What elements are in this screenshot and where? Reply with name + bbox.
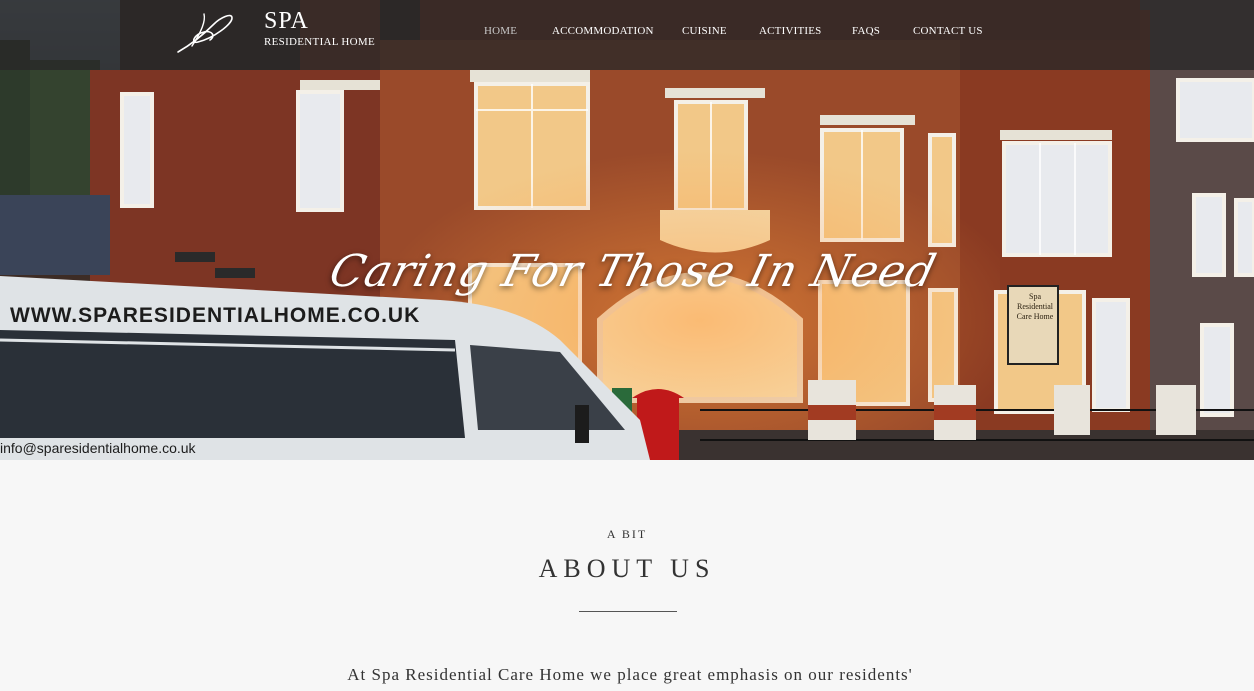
about-section: A BIT ABOUT US At Spa Residential Care H… bbox=[0, 460, 1254, 691]
about-kicker: A BIT bbox=[606, 527, 648, 541]
van-email-lettering: info@sparesidentialhome.co.uk bbox=[0, 440, 196, 456]
brand-name[interactable]: SPA bbox=[264, 8, 309, 35]
hero-banner: SPA RESIDENTIAL HOME HOME ACCOMMODATION … bbox=[0, 0, 1254, 460]
about-intro-text: At Spa Residential Care Home we place gr… bbox=[347, 665, 913, 684]
nav-cuisine-link[interactable]: CUISINE bbox=[682, 25, 727, 37]
nav-accommodation-link[interactable]: ACCOMMODATION bbox=[552, 25, 654, 37]
hero-tagline: Caring For Those In Need bbox=[324, 246, 942, 297]
nav-faqs-link[interactable]: FAQS bbox=[852, 25, 880, 37]
signature-logo-icon[interactable] bbox=[174, 8, 236, 58]
about-title: ABOUT US bbox=[538, 554, 716, 583]
nav-activities-link[interactable]: ACTIVITIES bbox=[759, 25, 822, 37]
top-navigation-bar: SPA RESIDENTIAL HOME HOME ACCOMMODATION … bbox=[0, 0, 1254, 70]
nav-contact-us-link[interactable]: CONTACT US bbox=[913, 25, 983, 37]
about-divider bbox=[579, 611, 677, 612]
van-website-lettering: WWW.SPARESIDENTIALHOME.CO.UK bbox=[10, 304, 421, 327]
nav-home-link[interactable]: HOME bbox=[484, 25, 517, 37]
brand-subtitle[interactable]: RESIDENTIAL HOME bbox=[264, 36, 375, 48]
